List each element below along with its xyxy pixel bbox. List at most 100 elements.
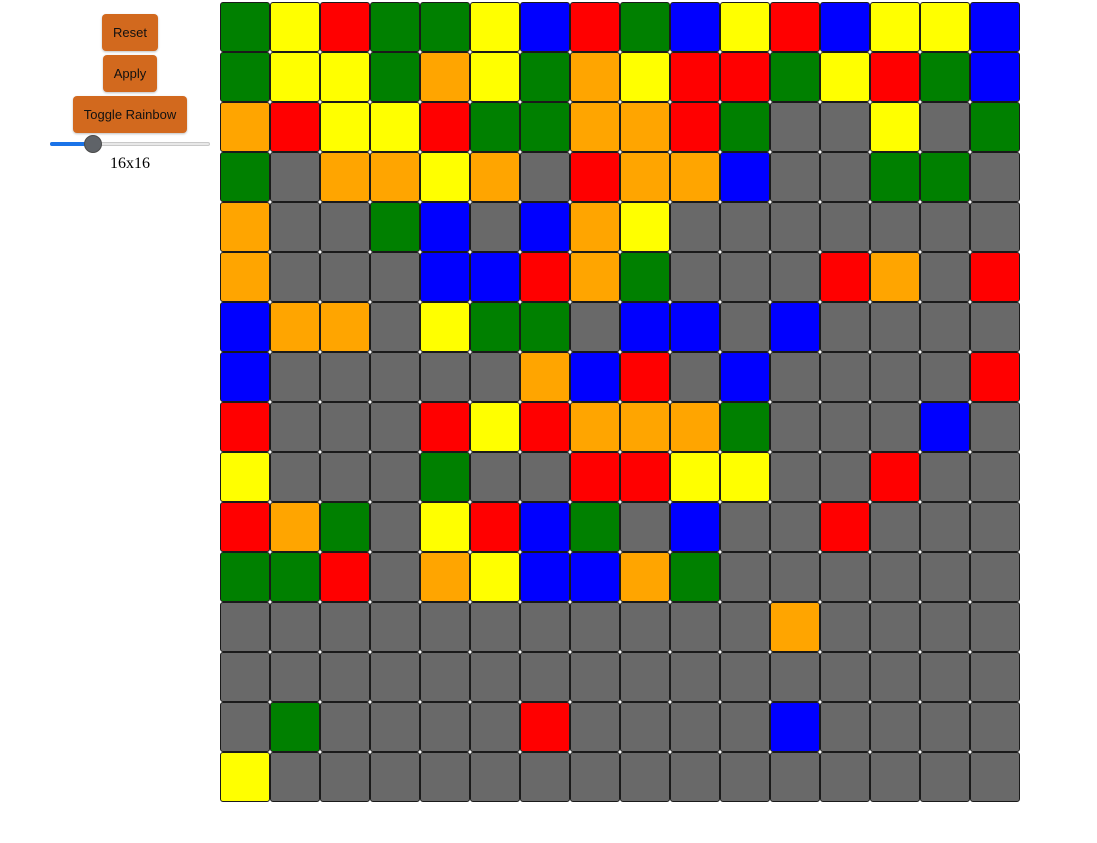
grid-cell[interactable] xyxy=(620,302,670,352)
grid-cell[interactable] xyxy=(570,752,620,802)
grid-cell[interactable] xyxy=(570,102,620,152)
grid-cell[interactable] xyxy=(820,252,870,302)
grid-cell[interactable] xyxy=(470,702,520,752)
grid-cell[interactable] xyxy=(570,402,620,452)
grid-cell[interactable] xyxy=(820,352,870,402)
grid-cell[interactable] xyxy=(720,2,770,52)
grid-cell[interactable] xyxy=(920,402,970,452)
grid-cell[interactable] xyxy=(470,52,520,102)
grid-cell[interactable] xyxy=(620,402,670,452)
grid-cell[interactable] xyxy=(970,502,1020,552)
grid-cell[interactable] xyxy=(570,152,620,202)
grid-cell[interactable] xyxy=(970,402,1020,452)
grid-cell[interactable] xyxy=(270,652,320,702)
grid-cell[interactable] xyxy=(220,552,270,602)
grid-cell[interactable] xyxy=(670,502,720,552)
grid-cell[interactable] xyxy=(220,702,270,752)
grid-cell[interactable] xyxy=(820,552,870,602)
grid-cell[interactable] xyxy=(420,352,470,402)
grid-cell[interactable] xyxy=(520,302,570,352)
grid-cell[interactable] xyxy=(820,502,870,552)
grid-cell[interactable] xyxy=(220,2,270,52)
grid-cell[interactable] xyxy=(770,252,820,302)
grid-cell[interactable] xyxy=(770,2,820,52)
grid-cell[interactable] xyxy=(520,502,570,552)
grid-cell[interactable] xyxy=(820,702,870,752)
grid-cell[interactable] xyxy=(820,452,870,502)
grid-cell[interactable] xyxy=(320,602,370,652)
grid-cell[interactable] xyxy=(220,602,270,652)
grid-cell[interactable] xyxy=(320,152,370,202)
grid-cell[interactable] xyxy=(520,452,570,502)
grid-cell[interactable] xyxy=(820,202,870,252)
grid-cell[interactable] xyxy=(670,402,720,452)
grid-cell[interactable] xyxy=(370,252,420,302)
grid-cell[interactable] xyxy=(420,202,470,252)
grid-cell[interactable] xyxy=(970,702,1020,752)
grid-cell[interactable] xyxy=(770,402,820,452)
grid-cell[interactable] xyxy=(320,552,370,602)
grid-cell[interactable] xyxy=(970,52,1020,102)
grid-cell[interactable] xyxy=(620,702,670,752)
grid-cell[interactable] xyxy=(870,652,920,702)
grid-cell[interactable] xyxy=(620,152,670,202)
grid-cell[interactable] xyxy=(870,152,920,202)
grid-cell[interactable] xyxy=(820,52,870,102)
grid-cell[interactable] xyxy=(620,102,670,152)
grid-cell[interactable] xyxy=(820,602,870,652)
grid-cell[interactable] xyxy=(270,102,320,152)
grid-cell[interactable] xyxy=(670,452,720,502)
grid-cell[interactable] xyxy=(970,752,1020,802)
grid-cell[interactable] xyxy=(920,52,970,102)
grid-cell[interactable] xyxy=(370,352,420,402)
grid-cell[interactable] xyxy=(270,752,320,802)
grid-cell[interactable] xyxy=(570,202,620,252)
grid-cell[interactable] xyxy=(870,102,920,152)
grid-cell[interactable] xyxy=(970,202,1020,252)
grid-cell[interactable] xyxy=(270,2,320,52)
grid-cell[interactable] xyxy=(370,52,420,102)
grid-cell[interactable] xyxy=(670,202,720,252)
grid-cell[interactable] xyxy=(820,152,870,202)
grid-cell[interactable] xyxy=(270,602,320,652)
grid-cell[interactable] xyxy=(920,602,970,652)
grid-cell[interactable] xyxy=(420,2,470,52)
grid-cell[interactable] xyxy=(220,202,270,252)
grid-cell[interactable] xyxy=(220,402,270,452)
grid-cell[interactable] xyxy=(520,552,570,602)
grid-cell[interactable] xyxy=(370,202,420,252)
grid-cell[interactable] xyxy=(920,2,970,52)
grid-cell[interactable] xyxy=(770,102,820,152)
grid-cell[interactable] xyxy=(920,352,970,402)
grid-cell[interactable] xyxy=(370,602,420,652)
grid-cell[interactable] xyxy=(770,352,820,402)
grid-cell[interactable] xyxy=(720,352,770,402)
grid-cell[interactable] xyxy=(920,202,970,252)
grid-cell[interactable] xyxy=(470,302,520,352)
grid-cell[interactable] xyxy=(870,752,920,802)
grid-cell[interactable] xyxy=(870,2,920,52)
grid-cell[interactable] xyxy=(920,302,970,352)
grid-cell[interactable] xyxy=(520,602,570,652)
grid-cell[interactable] xyxy=(820,302,870,352)
grid-cell[interactable] xyxy=(520,352,570,402)
grid-cell[interactable] xyxy=(320,52,370,102)
grid-cell[interactable] xyxy=(320,652,370,702)
grid-cell[interactable] xyxy=(620,552,670,602)
grid-cell[interactable] xyxy=(470,452,520,502)
grid-cell[interactable] xyxy=(970,252,1020,302)
grid-cell[interactable] xyxy=(770,202,820,252)
grid-cell[interactable] xyxy=(920,152,970,202)
grid-cell[interactable] xyxy=(970,652,1020,702)
grid-cell[interactable] xyxy=(270,702,320,752)
grid-cell[interactable] xyxy=(420,602,470,652)
grid-cell[interactable] xyxy=(570,252,620,302)
grid-cell[interactable] xyxy=(970,602,1020,652)
grid-cell[interactable] xyxy=(670,652,720,702)
grid-cell[interactable] xyxy=(620,752,670,802)
grid-cell[interactable] xyxy=(920,552,970,602)
grid-cell[interactable] xyxy=(670,602,720,652)
grid-cell[interactable] xyxy=(720,702,770,752)
grid-size-slider[interactable] xyxy=(50,134,210,154)
grid-cell[interactable] xyxy=(370,152,420,202)
